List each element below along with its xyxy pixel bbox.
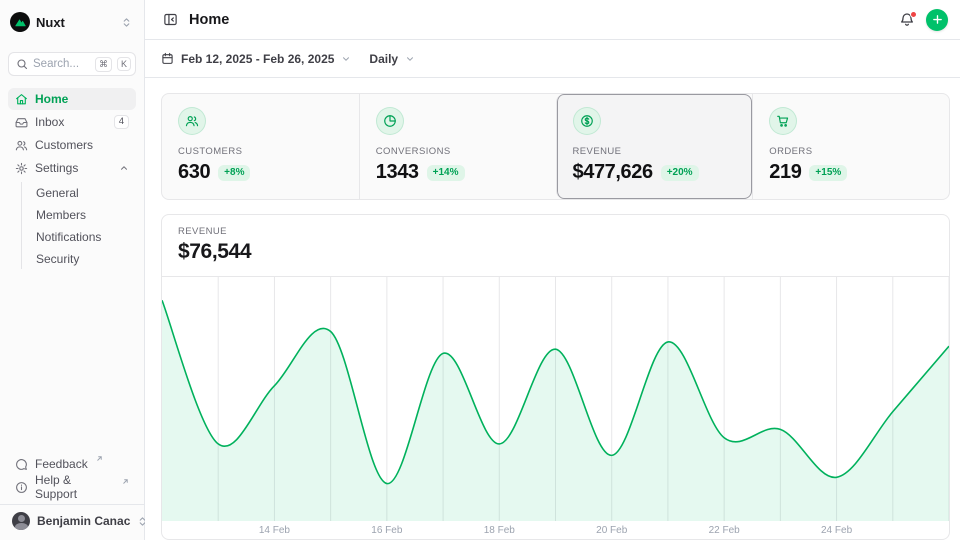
notifications-button[interactable]: [897, 10, 917, 30]
cart-icon: [769, 107, 797, 135]
page-content: CUSTOMERS 630 +8% CONVERSIONS 1343 +14%: [145, 78, 960, 540]
stat-card-conversions[interactable]: CONVERSIONS 1343 +14%: [359, 94, 556, 199]
revenue-area-chart[interactable]: [162, 276, 949, 521]
stat-delta-badge: +15%: [809, 165, 847, 181]
stats-row: CUSTOMERS 630 +8% CONVERSIONS 1343 +14%: [161, 93, 950, 200]
x-axis: 14 Feb 16 Feb 18 Feb 20 Feb 22 Feb 24 Feb: [162, 521, 949, 539]
x-axis-tick: 20 Feb: [596, 525, 627, 536]
sidebar-item-inbox[interactable]: Inbox 4: [8, 111, 136, 133]
x-axis-tick: 22 Feb: [709, 525, 740, 536]
stat-delta-badge: +8%: [218, 165, 250, 181]
revenue-chart-card: REVENUE $76,544 14 Feb 16 Feb 18 Feb 20 Feb…: [161, 214, 950, 540]
dashboard-app: Nuxt Search... ⌘ K Home: [0, 0, 960, 540]
workspace-switcher[interactable]: Nuxt: [8, 8, 136, 36]
gear-icon: [15, 162, 28, 175]
period-select[interactable]: Daily: [369, 52, 415, 66]
stat-label: ORDERS: [769, 146, 933, 157]
help-support-link[interactable]: Help & Support: [8, 476, 136, 498]
sidebar: Nuxt Search... ⌘ K Home: [0, 0, 145, 540]
stat-card-orders[interactable]: ORDERS 219 +15%: [752, 94, 949, 199]
stat-label: CONVERSIONS: [376, 146, 540, 157]
calendar-icon: [161, 52, 174, 65]
info-circle-icon: [15, 481, 28, 494]
sidebar-item-settings[interactable]: Settings: [8, 157, 136, 179]
inbox-count-badge: 4: [114, 115, 129, 129]
stat-delta-badge: +14%: [427, 165, 465, 181]
stat-label: REVENUE: [573, 146, 737, 157]
inbox-icon: [15, 116, 28, 129]
sidebar-item-settings-notifications[interactable]: Notifications: [30, 226, 136, 247]
sidebar-item-home[interactable]: Home: [8, 88, 136, 110]
x-axis-tick: 14 Feb: [259, 525, 290, 536]
sidebar-item-settings-general[interactable]: General: [30, 182, 136, 203]
main-area: Home Feb 12, 2025 - Feb 26, 2025 Daily: [145, 0, 960, 540]
chevrons-up-down-icon: [121, 17, 132, 28]
user-menu[interactable]: Benjamin Canac: [8, 505, 136, 532]
workspace-name: Nuxt: [36, 15, 115, 30]
external-link-icon: [122, 478, 129, 485]
home-icon: [15, 93, 28, 106]
stat-label: CUSTOMERS: [178, 146, 343, 157]
filters-toolbar: Feb 12, 2025 - Feb 26, 2025 Daily: [145, 40, 960, 78]
stat-value: 1343: [376, 161, 419, 184]
chart-total-value: $76,544: [178, 240, 933, 264]
sidebar-spacer: [8, 271, 136, 453]
stat-value: 219: [769, 161, 801, 184]
x-axis-tick: 18 Feb: [484, 525, 515, 536]
search-icon: [16, 58, 28, 70]
avatar: [12, 512, 30, 530]
feedback-link[interactable]: Feedback: [8, 453, 136, 475]
nuxt-logo-icon: [10, 12, 30, 32]
x-axis-tick: 24 Feb: [821, 525, 852, 536]
page-title: Home: [189, 12, 888, 28]
chevron-down-icon: [405, 54, 415, 64]
circle-dollar-icon: [573, 107, 601, 135]
users-icon: [178, 107, 206, 135]
stat-delta-badge: +20%: [661, 165, 699, 181]
external-link-icon: [96, 455, 103, 462]
add-button[interactable]: [926, 9, 948, 31]
sidebar-nav: Home Inbox 4 Customers Settings: [8, 88, 136, 271]
sidebar-footer-nav: Feedback Help & Support: [8, 453, 136, 498]
chat-bubble-icon: [15, 458, 28, 471]
stat-card-revenue[interactable]: REVENUE $477,626 +20%: [556, 94, 753, 199]
search-input[interactable]: Search... ⌘ K: [8, 52, 136, 76]
page-header: Home: [145, 0, 960, 40]
kbd-k: K: [117, 57, 131, 71]
chevron-up-icon: [119, 163, 129, 173]
sidebar-item-customers[interactable]: Customers: [8, 134, 136, 156]
users-icon: [15, 139, 28, 152]
unread-dot: [910, 11, 917, 18]
chart-header: REVENUE $76,544: [162, 215, 949, 276]
date-range-picker[interactable]: Feb 12, 2025 - Feb 26, 2025: [161, 52, 351, 66]
chart-title: REVENUE: [178, 226, 933, 237]
settings-sub-menu: General Members Notifications Security: [21, 182, 136, 269]
search-placeholder: Search...: [33, 58, 90, 70]
pie-chart-icon: [376, 107, 404, 135]
sidebar-item-settings-members[interactable]: Members: [30, 204, 136, 225]
chevron-down-icon: [341, 54, 351, 64]
stat-value: $477,626: [573, 161, 653, 184]
sidebar-item-settings-security[interactable]: Security: [30, 248, 136, 269]
user-name: Benjamin Canac: [37, 514, 130, 528]
stat-card-customers[interactable]: CUSTOMERS 630 +8%: [162, 94, 359, 199]
kbd-cmd: ⌘: [95, 57, 112, 72]
collapse-sidebar-button[interactable]: [161, 10, 180, 29]
x-axis-tick: 16 Feb: [371, 525, 402, 536]
stat-value: 630: [178, 161, 210, 184]
